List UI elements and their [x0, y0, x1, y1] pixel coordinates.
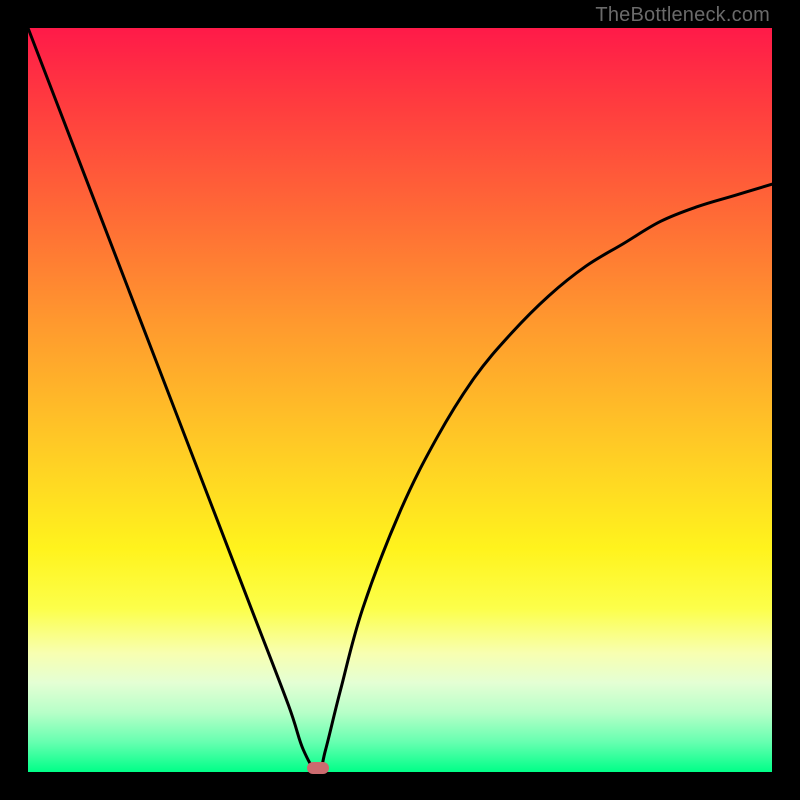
attribution-text: TheBottleneck.com [595, 4, 770, 27]
chart-area [28, 28, 772, 772]
minimum-marker [307, 762, 329, 774]
bottleneck-curve [28, 28, 772, 772]
